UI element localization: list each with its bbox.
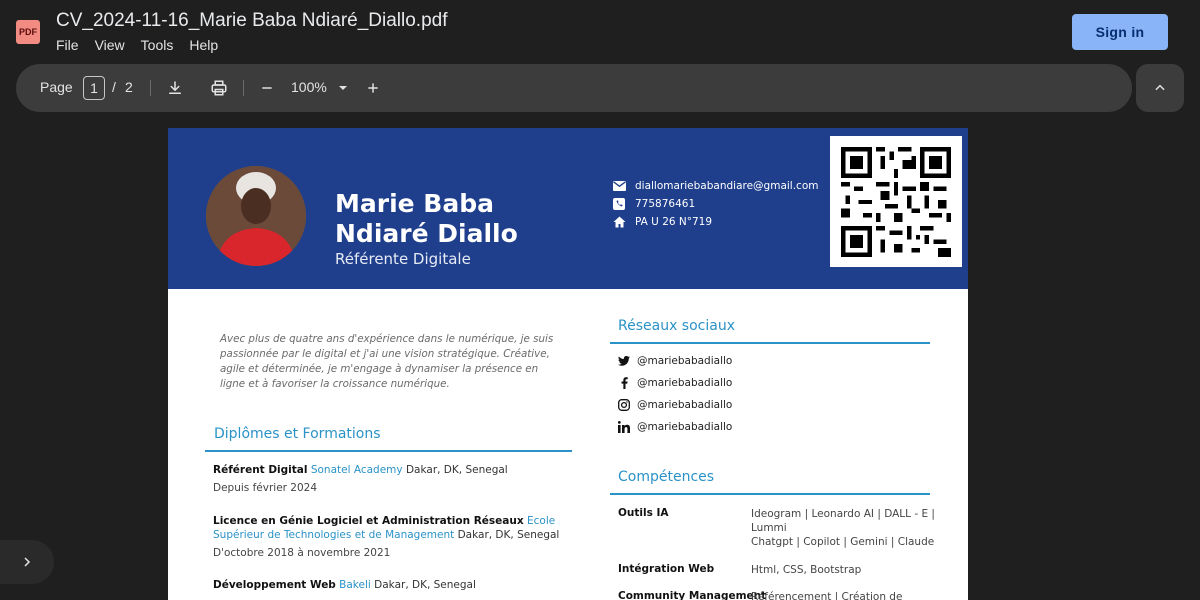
social-handle: @mariebabadiallo <box>637 399 733 411</box>
skill-value: Référencement | Création de <box>751 591 903 600</box>
social-twitter: @mariebabadiallo <box>618 353 732 369</box>
skill-name: Community Management <box>618 590 767 600</box>
social-rule <box>610 342 930 344</box>
skill-value: Html, CSS, Bootstrap <box>751 564 862 576</box>
page-number-input[interactable]: 1 <box>83 76 105 100</box>
total-pages: 2 <box>125 79 133 95</box>
facebook-icon <box>618 377 630 389</box>
social-instagram: @mariebabadiallo <box>618 397 732 413</box>
entry-school: Sonatel Academy <box>310 464 403 476</box>
social-facebook: @mariebabadiallo <box>618 375 732 391</box>
linkedin-icon <box>618 421 630 433</box>
skill-name: Outils IA <box>618 507 669 519</box>
menu-file[interactable]: File <box>56 37 79 53</box>
phone-text: 775876461 <box>635 198 696 210</box>
entry-title: Référent Digital <box>213 464 308 476</box>
entry-date: Depuis février 2024 <box>213 482 318 494</box>
social-title: Réseaux sociaux <box>618 318 735 334</box>
collapse-toolbar-button[interactable] <box>1136 64 1184 112</box>
instagram-icon <box>618 399 630 411</box>
print-icon[interactable] <box>207 76 231 100</box>
education-entry: Licence en Génie Logiciel et Administrat… <box>213 514 573 560</box>
email-icon <box>612 179 626 193</box>
page-label: Page <box>40 79 73 95</box>
zoom-out-icon[interactable] <box>255 76 279 100</box>
zoom-in-icon[interactable] <box>361 76 385 100</box>
document-title: CV_2024-11-16_Marie Baba Ndiaré_Diallo.p… <box>56 10 448 31</box>
education-entry: Référent Digital Sonatel Academy Dakar, … <box>213 463 573 495</box>
entry-title: Licence en Génie Logiciel et Administrat… <box>213 515 524 527</box>
entry-place: Dakar, DK, Senegal <box>457 529 560 541</box>
menu-view[interactable]: View <box>95 37 125 53</box>
cv-name: Marie Baba Ndiaré Diallo <box>335 189 518 248</box>
toolbar-divider <box>150 80 151 96</box>
phone-icon <box>612 197 626 211</box>
social-handle: @mariebabadiallo <box>637 377 733 389</box>
skill-value: Ideogram | Leonardo AI | DALL - E | Lumm… <box>751 508 935 548</box>
education-entry: Développement Web Bakeli Dakar, DK, Sene… <box>213 578 573 592</box>
cv-summary: Avec plus de quatre ans d'expérience dan… <box>220 333 554 390</box>
entry-date: D'octobre 2018 à novembre 2021 <box>213 547 391 559</box>
zoom-level[interactable]: 100% <box>291 79 327 95</box>
contact-address: PA U 26 N°719 <box>612 214 842 230</box>
sign-in-button[interactable]: Sign in <box>1072 14 1168 50</box>
menu-help[interactable]: Help <box>189 37 218 53</box>
zoom-dropdown-icon[interactable] <box>331 76 355 100</box>
pdf-toolbar: Page 1 / 2 100% <box>16 64 1132 112</box>
pdf-file-icon: PDF <box>16 20 40 44</box>
entry-title: Développement Web <box>213 579 336 591</box>
skills-rule <box>610 493 930 495</box>
download-icon[interactable] <box>163 76 187 100</box>
qr-code <box>830 136 962 267</box>
social-handle: @mariebabadiallo <box>637 421 733 433</box>
chevron-up-icon <box>1155 84 1165 91</box>
cv-header-banner: Marie Baba Ndiaré Diallo Référente Digit… <box>168 128 968 289</box>
social-handle: @mariebabadiallo <box>637 355 733 367</box>
skill-name: Intégration Web <box>618 563 715 575</box>
menu-bar: File View Tools Help <box>56 37 234 53</box>
contact-phone: 775876461 <box>612 196 842 212</box>
menu-tools[interactable]: Tools <box>141 37 174 53</box>
email-text: diallomariebabandiare@gmail.com <box>635 180 819 192</box>
home-icon <box>612 215 626 229</box>
cv-role: Référente Digitale <box>335 250 471 268</box>
chevron-right-icon <box>24 557 31 567</box>
address-text: PA U 26 N°719 <box>635 216 713 228</box>
entry-school: Bakeli <box>339 579 371 591</box>
social-linkedin: @mariebabadiallo <box>618 419 732 435</box>
sidebar-toggle-button[interactable] <box>0 540 54 584</box>
education-rule <box>205 450 572 452</box>
twitter-icon <box>618 355 630 367</box>
education-title: Diplômes et Formations <box>214 426 381 442</box>
entry-place: Dakar, DK, Senegal <box>374 579 476 591</box>
toolbar-divider <box>243 80 244 96</box>
entry-place: Dakar, DK, Senegal <box>405 464 508 476</box>
profile-photo <box>206 166 306 266</box>
page-separator: / <box>112 79 116 95</box>
app-header: PDF CV_2024-11-16_Marie Baba Ndiaré_Dial… <box>0 0 1200 60</box>
skills-title: Compétences <box>618 469 715 485</box>
pdf-page: Marie Baba Ndiaré Diallo Référente Digit… <box>168 128 968 600</box>
contact-email: diallomariebabandiare@gmail.com <box>612 178 842 194</box>
